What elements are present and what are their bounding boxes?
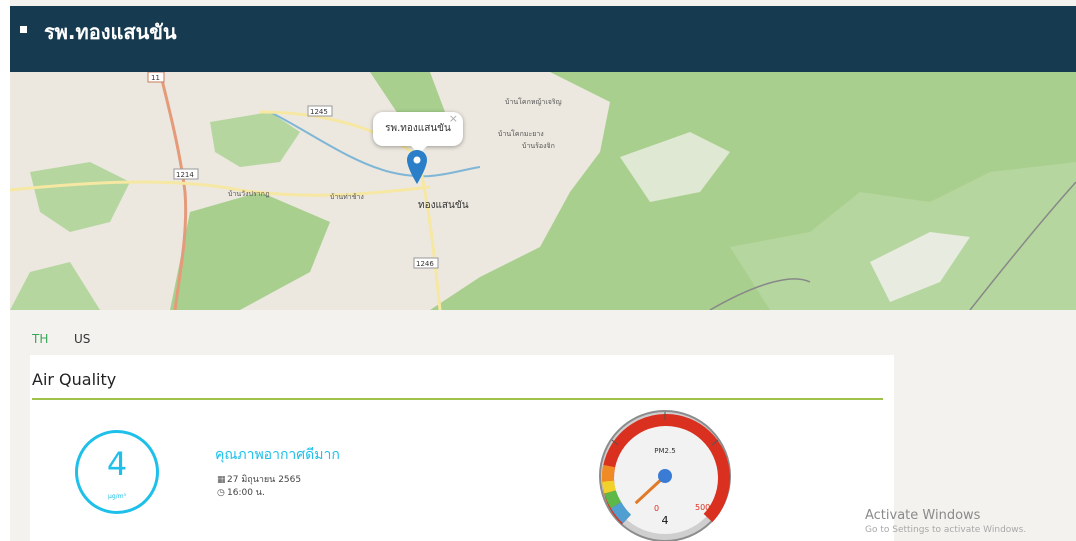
timestamp: ▦27 มิถุนายน 2565 ◷ 16:00 น. <box>217 474 301 500</box>
map-label: บ้านโคกหญ้าเจริญ <box>505 97 562 106</box>
map-marker-icon[interactable] <box>407 150 427 184</box>
map[interactable]: 11 1245 1214 1246 ทองแสนขัน บ้านวังปรากฎ… <box>10 72 1076 310</box>
close-icon[interactable]: × <box>449 102 458 136</box>
calendar-icon: ▦ <box>217 475 226 485</box>
gauge-green-band <box>604 490 622 509</box>
gauge-value: 4 <box>662 514 669 527</box>
gauge-yellow-band <box>602 480 616 494</box>
watermark-line-1: Activate Windows <box>865 508 981 523</box>
aqi-value: 4 <box>106 445 128 483</box>
gauge-graphic: PM2.5 0 500 4 <box>599 410 731 541</box>
map-label: 11 <box>151 74 160 82</box>
clock-icon: ◷ <box>217 488 225 498</box>
page-title: รพ.ทองแสนขัน <box>44 20 177 44</box>
air-quality-card: Air Quality 4 µg/m³ คุณภาพอากาศดีมาก ▦27… <box>30 355 894 541</box>
watermark-line-2: Go to Settings to activate Windows. <box>865 525 1027 535</box>
header-bar: รพ.ทองแสนขัน <box>10 6 1076 72</box>
map-popup[interactable]: รพ.ทองแสนขัน × <box>373 112 463 154</box>
map-tiles[interactable]: 11 1245 1214 1246 ทองแสนขัน บ้านวังปรากฎ… <box>10 72 1076 310</box>
section-title: Air Quality <box>32 370 117 389</box>
date-text: 27 มิถุนายน 2565 <box>227 475 302 485</box>
activation-watermark: Activate Windows Go to Settings to activ… <box>865 508 1026 535</box>
gauge-min-label: 0 <box>654 504 659 513</box>
time-text: 16:00 น. <box>227 488 265 498</box>
map-label: บ้านโคกมะยาง <box>498 129 544 138</box>
map-label: บ้านวังปรากฎ <box>228 190 270 198</box>
gauge-orange-band <box>601 464 615 482</box>
gauge-hub <box>658 469 672 483</box>
page-frame: รพ.ทองแสนขัน 11 1245 1214 1246 ทองแสนขัน… <box>10 0 1076 541</box>
tab-us[interactable]: US <box>74 332 90 346</box>
aqi-circle: 4 µg/m³ <box>75 430 159 514</box>
divider <box>32 398 883 400</box>
quality-text: คุณภาพอากาศดีมาก <box>215 447 340 463</box>
map-label: 1245 <box>310 108 328 116</box>
aqi-unit: µg/m³ <box>108 493 126 500</box>
map-label: ทองแสนขัน <box>418 200 469 211</box>
popup-label: รพ.ทองแสนขัน <box>385 123 451 134</box>
map-label: บ้านร้องจิก <box>522 142 555 150</box>
map-label: 1214 <box>176 171 194 179</box>
map-label: บ้านท่าช้าง <box>330 193 364 201</box>
map-label: 1246 <box>416 260 434 268</box>
gauge-max-label: 500 <box>695 503 710 512</box>
gauge-label: PM2.5 <box>654 447 675 455</box>
square-icon <box>20 26 27 33</box>
tab-th[interactable]: TH <box>32 332 48 346</box>
pm25-gauge: PM2.5 0 500 4 <box>598 406 732 541</box>
